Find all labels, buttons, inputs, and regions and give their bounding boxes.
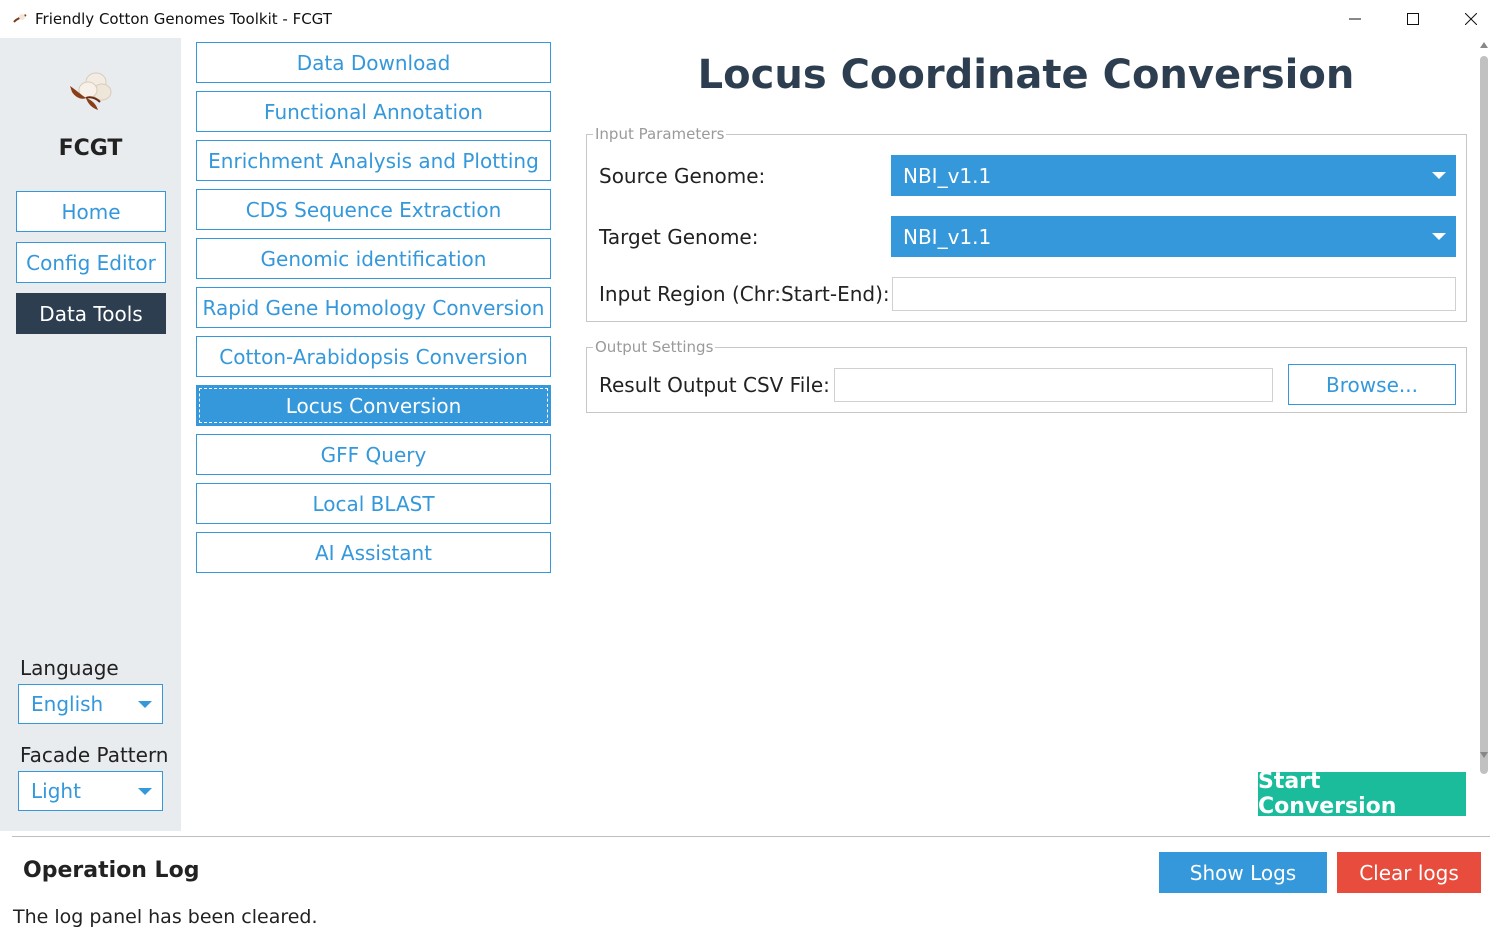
scroll-up-icon[interactable] [1480, 42, 1488, 48]
input-region-field[interactable] [892, 277, 1456, 311]
language-select[interactable]: English [18, 684, 163, 724]
input-region-label: Input Region (Chr:Start-End): [599, 282, 890, 306]
window-title: Friendly Cotton Genomes Toolkit - FCGT [35, 10, 332, 28]
scroll-thumb[interactable] [1480, 56, 1488, 774]
source-genome-label: Source Genome: [599, 164, 766, 188]
nav-data-tools-button[interactable]: Data Tools [16, 293, 166, 334]
target-genome-label: Target Genome: [599, 225, 759, 249]
tool-functional-annotation[interactable]: Functional Annotation [196, 91, 551, 132]
show-logs-button[interactable]: Show Logs [1159, 852, 1327, 893]
main-scrollbar[interactable] [1476, 38, 1492, 774]
chevron-down-icon [1432, 233, 1446, 240]
maximize-button[interactable] [1384, 0, 1442, 38]
nav-home-button[interactable]: Home [16, 191, 166, 232]
tool-enrichment-analysis[interactable]: Enrichment Analysis and Plotting [196, 140, 551, 181]
tool-ai-assistant[interactable]: AI Assistant [196, 532, 551, 573]
brand-label: FCGT [58, 136, 123, 161]
output-settings-legend: Output Settings [593, 338, 716, 356]
tool-genomic-identification[interactable]: Genomic identification [196, 238, 551, 279]
chevron-down-icon [138, 701, 152, 708]
language-value: English [31, 692, 104, 716]
tool-gff-query[interactable]: GFF Query [196, 434, 551, 475]
source-genome-value: NBI_v1.1 [903, 163, 992, 188]
tool-cds-extraction[interactable]: CDS Sequence Extraction [196, 189, 551, 230]
cotton-logo-icon [70, 72, 112, 110]
close-button[interactable] [1442, 0, 1500, 38]
tool-local-blast[interactable]: Local BLAST [196, 483, 551, 524]
chevron-down-icon [1432, 172, 1446, 179]
source-genome-select[interactable]: NBI_v1.1 [891, 155, 1456, 196]
tool-cotton-arabidopsis[interactable]: Cotton-Arabidopsis Conversion [196, 336, 551, 377]
page-title: Locus Coordinate Conversion [697, 52, 1355, 98]
target-genome-value: NBI_v1.1 [903, 224, 992, 249]
log-message: The log panel has been cleared. [13, 906, 318, 928]
facade-pattern-label: Facade Pattern [20, 743, 169, 767]
minimize-icon [1349, 18, 1361, 20]
facade-pattern-value: Light [31, 779, 81, 803]
clear-logs-button[interactable]: Clear logs [1337, 852, 1481, 893]
browse-button[interactable]: Browse... [1288, 364, 1456, 405]
minimize-button[interactable] [1326, 0, 1384, 38]
input-parameters-legend: Input Parameters [593, 125, 727, 143]
start-conversion-button[interactable]: Start Conversion [1258, 769, 1466, 819]
chevron-down-icon [138, 788, 152, 795]
cotton-app-icon [13, 14, 27, 23]
result-csv-label: Result Output CSV File: [599, 373, 830, 397]
log-divider [12, 836, 1490, 837]
close-icon [1465, 13, 1477, 25]
maximize-icon [1407, 13, 1419, 25]
facade-pattern-select[interactable]: Light [18, 771, 163, 811]
operation-log-title: Operation Log [23, 858, 200, 883]
nav-config-editor-button[interactable]: Config Editor [16, 242, 166, 283]
language-label: Language [20, 656, 119, 680]
title-bar: Friendly Cotton Genomes Toolkit - FCGT [0, 0, 1502, 38]
scroll-down-icon[interactable] [1480, 752, 1488, 758]
tool-locus-conversion[interactable]: Locus Conversion [196, 385, 551, 426]
target-genome-select[interactable]: NBI_v1.1 [891, 216, 1456, 257]
tool-gene-homology[interactable]: Rapid Gene Homology Conversion [196, 287, 551, 328]
result-csv-field[interactable] [834, 368, 1273, 402]
tool-data-download[interactable]: Data Download [196, 42, 551, 83]
